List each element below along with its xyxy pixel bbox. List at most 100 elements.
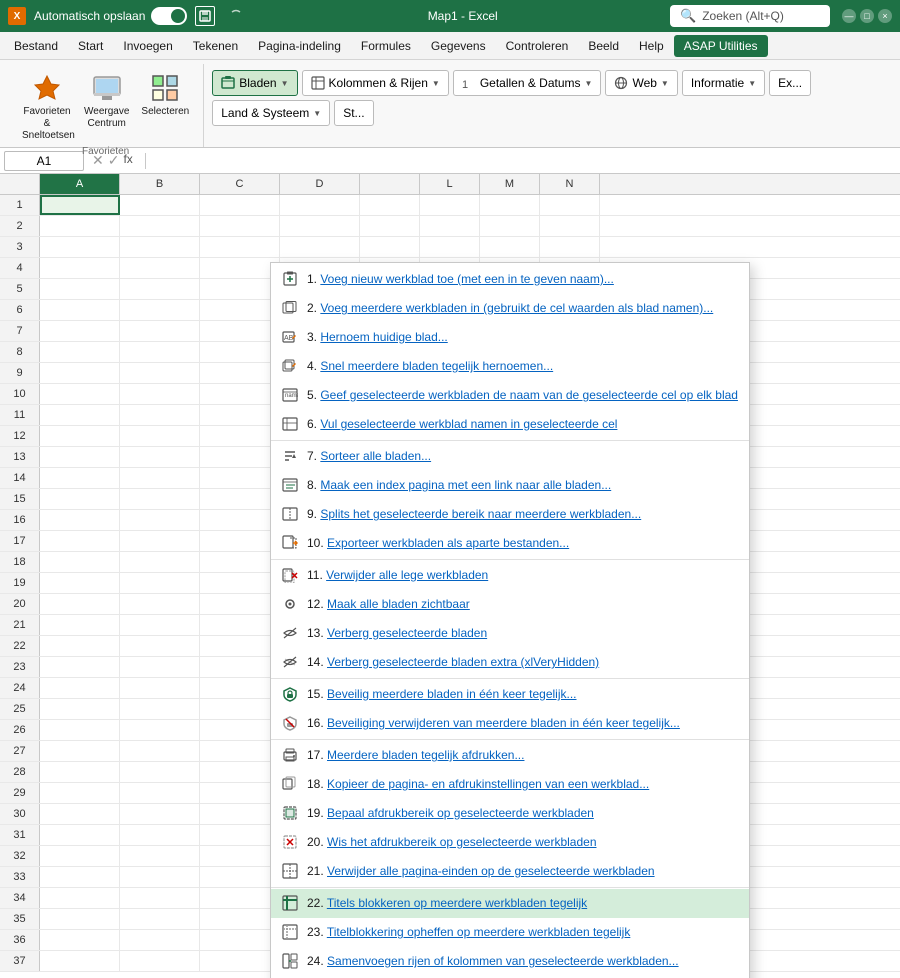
cell[interactable] (200, 363, 280, 383)
cell[interactable] (200, 951, 280, 971)
formula-input[interactable] (154, 154, 896, 168)
cell[interactable] (120, 846, 200, 866)
cell[interactable] (200, 804, 280, 824)
land-systeem-button[interactable]: Land & Systeem ▼ (212, 100, 330, 126)
dropdown-item[interactable]: 10. Exporteer werkbladen als aparte best… (271, 529, 749, 558)
cell[interactable] (40, 426, 120, 446)
dropdown-item[interactable]: 24. Samenvoegen rijen of kolommen van ge… (271, 947, 749, 976)
cell[interactable] (40, 531, 120, 551)
cell[interactable] (120, 804, 200, 824)
cell[interactable] (40, 510, 120, 530)
getallen-datums-button[interactable]: 1 Getallen & Datums ▼ (453, 70, 602, 96)
cell[interactable] (40, 909, 120, 929)
cell[interactable] (120, 636, 200, 656)
cell[interactable] (200, 678, 280, 698)
cell[interactable] (200, 321, 280, 341)
menu-item-beeld[interactable]: Beeld (578, 35, 629, 57)
cell[interactable] (120, 783, 200, 803)
cell[interactable] (120, 678, 200, 698)
cell[interactable] (200, 342, 280, 362)
cell[interactable] (40, 657, 120, 677)
cell[interactable] (120, 510, 200, 530)
dropdown-item[interactable]: 18. Kopieer de pagina- en afdrukinstelli… (271, 770, 749, 799)
cell[interactable] (120, 699, 200, 719)
cell[interactable] (120, 342, 200, 362)
cell[interactable] (40, 825, 120, 845)
cell[interactable] (120, 867, 200, 887)
menu-item-help[interactable]: Help (629, 35, 674, 57)
cell[interactable] (40, 636, 120, 656)
cell[interactable] (40, 195, 120, 215)
cell[interactable] (40, 237, 120, 257)
cell[interactable] (540, 216, 600, 236)
cell[interactable] (200, 426, 280, 446)
search-bar[interactable]: 🔍 Zoeken (Alt+Q) (670, 5, 830, 27)
cell[interactable] (40, 363, 120, 383)
close-button[interactable]: × (878, 9, 892, 23)
cell[interactable] (120, 447, 200, 467)
cell[interactable] (40, 615, 120, 635)
menu-item-asap[interactable]: ASAP Utilities (674, 35, 768, 57)
informatie-button[interactable]: Informatie ▼ (682, 70, 765, 96)
cell[interactable] (120, 321, 200, 341)
cell[interactable] (200, 384, 280, 404)
col-header-a[interactable]: A (40, 174, 120, 194)
cell[interactable] (480, 195, 540, 215)
cell[interactable] (40, 678, 120, 698)
dropdown-item[interactable]: 23. Titelblokkering opheffen op meerdere… (271, 918, 749, 947)
cell[interactable] (120, 279, 200, 299)
cell[interactable] (40, 279, 120, 299)
dropdown-item[interactable]: 19. Bepaal afdrukbereik op geselecteerde… (271, 799, 749, 828)
cell[interactable] (40, 762, 120, 782)
cell[interactable] (200, 930, 280, 950)
menu-item-formules[interactable]: Formules (351, 35, 421, 57)
cell[interactable] (200, 237, 280, 257)
cell[interactable] (40, 573, 120, 593)
menu-item-start[interactable]: Start (68, 35, 113, 57)
cell[interactable] (200, 699, 280, 719)
dropdown-item[interactable]: 11. Verwijder alle lege werkbladen (271, 561, 749, 590)
cell[interactable] (200, 552, 280, 572)
cell[interactable] (120, 195, 200, 215)
cell[interactable] (120, 552, 200, 572)
cell[interactable] (200, 216, 280, 236)
dropdown-item[interactable]: 2. Voeg meerdere werkbladen in (gebruikt… (271, 294, 749, 323)
cell[interactable] (200, 909, 280, 929)
cell[interactable] (40, 783, 120, 803)
kolommen-rijen-button[interactable]: Kolommen & Rijen ▼ (302, 70, 449, 96)
minimize-button[interactable]: — (842, 9, 856, 23)
dropdown-item[interactable]: 4. Snel meerdere bladen tegelijk hernoem… (271, 352, 749, 381)
cell[interactable] (200, 762, 280, 782)
dropdown-item[interactable]: 8. Maak een index pagina met een link na… (271, 471, 749, 500)
cell[interactable] (40, 384, 120, 404)
cell[interactable] (40, 321, 120, 341)
cell[interactable] (200, 489, 280, 509)
cell[interactable] (200, 783, 280, 803)
cell[interactable] (200, 195, 280, 215)
cell[interactable] (120, 909, 200, 929)
cell[interactable] (200, 510, 280, 530)
cell[interactable] (280, 195, 360, 215)
dropdown-item[interactable]: 15. Beveilig meerdere bladen in één keer… (271, 680, 749, 709)
cell[interactable] (40, 468, 120, 488)
cell[interactable] (120, 615, 200, 635)
cell[interactable] (120, 741, 200, 761)
dropdown-item[interactable]: 9. Splits het geselecteerde bereik naar … (271, 500, 749, 529)
cell[interactable] (40, 804, 120, 824)
cell[interactable] (40, 405, 120, 425)
dropdown-item[interactable]: 14. Verberg geselecteerde bladen extra (… (271, 648, 749, 677)
cell[interactable] (120, 888, 200, 908)
cell[interactable] (420, 216, 480, 236)
dropdown-item[interactable]: 22. Titels blokkeren op meerdere werkbla… (271, 889, 749, 918)
cell[interactable] (40, 846, 120, 866)
favorieten-button[interactable]: Favorieten & Sneltoetsen (16, 66, 78, 146)
cell[interactable] (40, 951, 120, 971)
cell[interactable] (120, 720, 200, 740)
cell[interactable] (200, 636, 280, 656)
cell[interactable] (40, 342, 120, 362)
cell[interactable] (280, 216, 360, 236)
cell[interactable] (120, 573, 200, 593)
menu-item-tekenen[interactable]: Tekenen (183, 35, 248, 57)
cell[interactable] (200, 279, 280, 299)
cell[interactable] (200, 447, 280, 467)
